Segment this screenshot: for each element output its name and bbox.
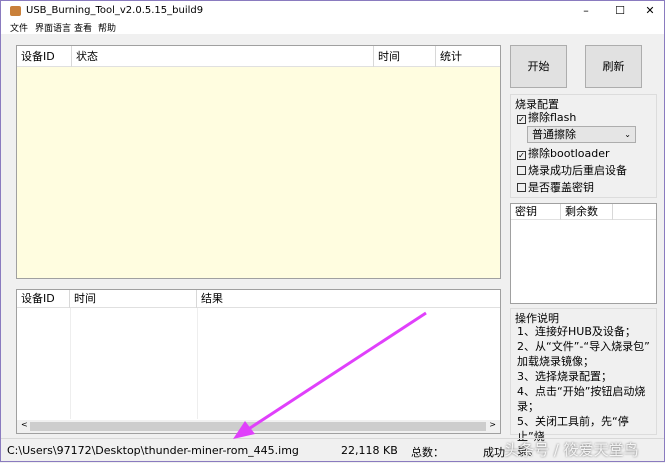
app-window: USB_Burning_Tool_v2.0.5.15_build9 – ☐ ✕ … [0, 0, 665, 462]
arrow-shaft [246, 311, 427, 432]
arrow-head-icon [233, 421, 255, 439]
annotation-arrow [233, 311, 427, 439]
